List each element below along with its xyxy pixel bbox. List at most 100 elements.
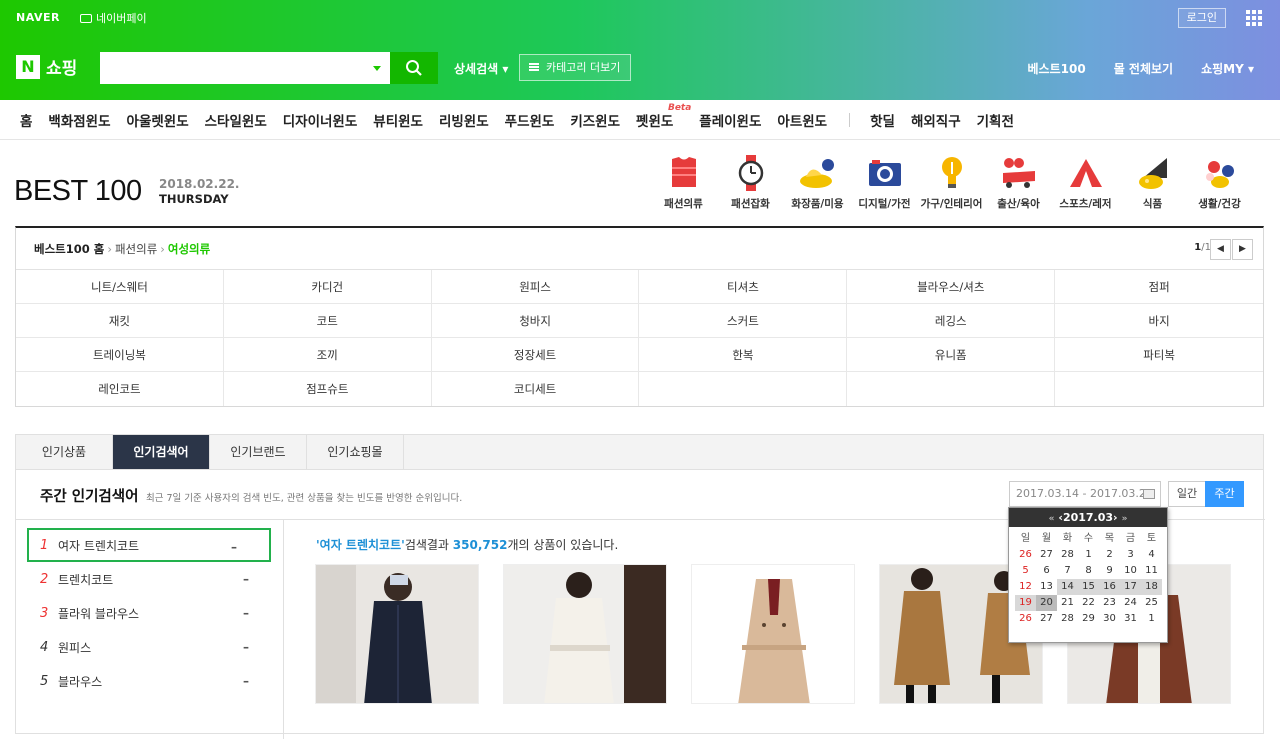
prev-page-button[interactable]: ◀ <box>1210 239 1231 260</box>
category-fashion-goods[interactable]: 패션잡화 <box>717 154 784 211</box>
subcategory-item[interactable]: 코트 <box>223 304 432 338</box>
naver-logo[interactable]: NAVER <box>16 11 60 24</box>
nav-item-department[interactable]: 백화점윈도 <box>48 110 110 130</box>
nav-item-pet[interactable]: 펫윈도 Beta <box>636 103 691 130</box>
calendar-day[interactable]: 7 <box>1057 563 1078 579</box>
subcategory-item[interactable]: 원피스 <box>431 270 640 304</box>
calendar-day[interactable]: 23 <box>1099 595 1120 611</box>
rank-item[interactable]: 5 블라우스 – <box>16 664 283 698</box>
category-digital[interactable]: 디지털/가전 <box>851 154 918 211</box>
nav-item-kids[interactable]: 키즈윈도 <box>570 110 620 130</box>
detail-search-button[interactable]: 상세검색 ▾ <box>454 60 508 77</box>
category-more-button[interactable]: 카테고리 더보기 <box>519 54 632 81</box>
product-thumbnail[interactable] <box>315 564 479 704</box>
subcategory-item[interactable]: 니트/스웨터 <box>16 270 224 304</box>
tab-popular-malls[interactable]: 인기쇼핑몰 <box>307 435 404 469</box>
nav-item-art[interactable]: 아트윈도 <box>777 110 827 130</box>
calendar-day[interactable]: 27 <box>1036 611 1057 627</box>
daily-button[interactable]: 일간 <box>1168 481 1206 507</box>
all-malls-link[interactable]: 몰 전체보기 <box>1114 60 1173 77</box>
calendar-day-selected[interactable]: 14 <box>1057 579 1078 595</box>
calendar-day[interactable]: 21 <box>1057 595 1078 611</box>
nav-item-outlet[interactable]: 아울렛윈도 <box>127 110 189 130</box>
nav-item-play[interactable]: 플레이윈도 <box>699 110 761 130</box>
calendar-day-selected[interactable]: 19 <box>1015 595 1036 611</box>
autocomplete-toggle-icon[interactable] <box>373 66 381 71</box>
calendar-day-selected[interactable]: 15 <box>1078 579 1099 595</box>
search-button[interactable] <box>390 52 438 84</box>
calendar-day[interactable]: 31 <box>1120 611 1141 627</box>
subcategory-item[interactable]: 점퍼 <box>1055 270 1263 304</box>
tab-popular-keywords[interactable]: 인기검색어 <box>113 435 210 469</box>
prev-month-button[interactable]: « <box>1049 514 1055 524</box>
nav-item-designer[interactable]: 디자이너윈도 <box>283 110 358 130</box>
login-button[interactable]: 로그인 <box>1177 8 1226 28</box>
category-baby[interactable]: 출산/육아 <box>985 154 1052 211</box>
category-food[interactable]: 식품 <box>1119 154 1186 211</box>
calendar-day[interactable]: 5 <box>1015 563 1036 579</box>
calendar-day[interactable]: 27 <box>1036 547 1057 563</box>
date-range-field[interactable]: 2017.03.14 - 2017.03.20 <box>1009 481 1161 507</box>
subcategory-item[interactable]: 블라우스/셔츠 <box>847 270 1056 304</box>
nav-item-style[interactable]: 스타일윈도 <box>205 110 267 130</box>
calendar-day[interactable]: 24 <box>1120 595 1141 611</box>
subcategory-item[interactable]: 스커트 <box>639 304 848 338</box>
subcategory-item[interactable]: 트레이닝복 <box>16 338 224 372</box>
subcategory-item[interactable]: 유니폼 <box>847 338 1056 372</box>
calendar-day-selected[interactable]: 20 <box>1036 595 1057 611</box>
next-month-button[interactable]: » <box>1122 514 1128 524</box>
subcategory-item[interactable]: 한복 <box>639 338 848 372</box>
tab-popular-products[interactable]: 인기상품 <box>16 435 113 469</box>
calendar-day[interactable]: 29 <box>1078 611 1099 627</box>
rank-item[interactable]: 2 트렌치코트 – <box>16 562 283 596</box>
weekly-button[interactable]: 주간 <box>1205 481 1244 507</box>
calendar-day[interactable]: 1 <box>1078 547 1099 563</box>
calendar-day[interactable]: 11 <box>1141 563 1162 579</box>
subcategory-item[interactable]: 바지 <box>1055 304 1263 338</box>
subcategory-item[interactable]: 점프슈트 <box>224 372 432 406</box>
shopping-my-link[interactable]: 쇼핑MY ▾ <box>1201 60 1254 77</box>
subcategory-item[interactable]: 파티복 <box>1055 338 1263 372</box>
nav-item-promotion[interactable]: 기획전 <box>977 110 1014 130</box>
subcategory-item[interactable]: 청바지 <box>431 304 640 338</box>
subcategory-item[interactable]: 레인코트 <box>16 372 224 406</box>
calendar-day-selected[interactable]: 18 <box>1141 579 1162 595</box>
product-thumbnail[interactable] <box>691 564 855 704</box>
calendar-day[interactable]: 30 <box>1099 611 1120 627</box>
subcategory-item[interactable]: 티셔츠 <box>639 270 848 304</box>
rank-item[interactable]: 4 원피스 – <box>16 630 283 664</box>
category-fashion-clothing[interactable]: 패션의류 <box>650 154 717 211</box>
calendar-day-selected[interactable]: 17 <box>1120 579 1141 595</box>
calendar-day[interactable]: 9 <box>1099 563 1120 579</box>
category-sports[interactable]: 스포츠/레저 <box>1052 154 1119 211</box>
product-thumbnail[interactable] <box>503 564 667 704</box>
tab-popular-brands[interactable]: 인기브랜드 <box>210 435 307 469</box>
breadcrumb-mid[interactable]: 패션의류 <box>115 241 157 257</box>
category-cosmetics[interactable]: 화장품/미용 <box>784 154 851 211</box>
app-grid-icon[interactable] <box>1246 10 1262 26</box>
nav-item-food[interactable]: 푸드윈도 <box>505 110 555 130</box>
calendar-day[interactable]: 13 <box>1036 579 1057 595</box>
calendar-day[interactable]: 12 <box>1015 579 1036 595</box>
next-page-button[interactable]: ▶ <box>1232 239 1253 260</box>
subcategory-item[interactable]: 재킷 <box>16 304 224 338</box>
naver-pay-link[interactable]: 네이버페이 <box>80 10 147 26</box>
subcategory-item[interactable]: 카디건 <box>223 270 432 304</box>
calendar-day[interactable]: 3 <box>1120 547 1141 563</box>
nav-item-home[interactable]: 홈 <box>20 110 32 130</box>
calendar-day[interactable]: 1 <box>1141 611 1162 627</box>
calendar-day[interactable]: 28 <box>1057 611 1078 627</box>
subcategory-item[interactable]: 정장세트 <box>431 338 640 372</box>
category-living[interactable]: 생활/건강 <box>1186 154 1253 211</box>
calendar-day[interactable]: 8 <box>1078 563 1099 579</box>
calendar-day[interactable]: 26 <box>1015 611 1036 627</box>
calendar-icon[interactable] <box>1143 489 1155 499</box>
subcategory-item[interactable]: 조끼 <box>223 338 432 372</box>
calendar-day[interactable]: 6 <box>1036 563 1057 579</box>
breadcrumb-home[interactable]: 베스트100 홈 <box>34 241 104 257</box>
date-picker[interactable]: «‹2017.03›» 일 월 화 수 목 금 토 26 27 28 1 2 3… <box>1008 507 1168 643</box>
subcategory-item[interactable]: 코디세트 <box>432 372 640 406</box>
calendar-day[interactable]: 22 <box>1078 595 1099 611</box>
calendar-day[interactable]: 26 <box>1015 547 1036 563</box>
calendar-day[interactable]: 4 <box>1141 547 1162 563</box>
